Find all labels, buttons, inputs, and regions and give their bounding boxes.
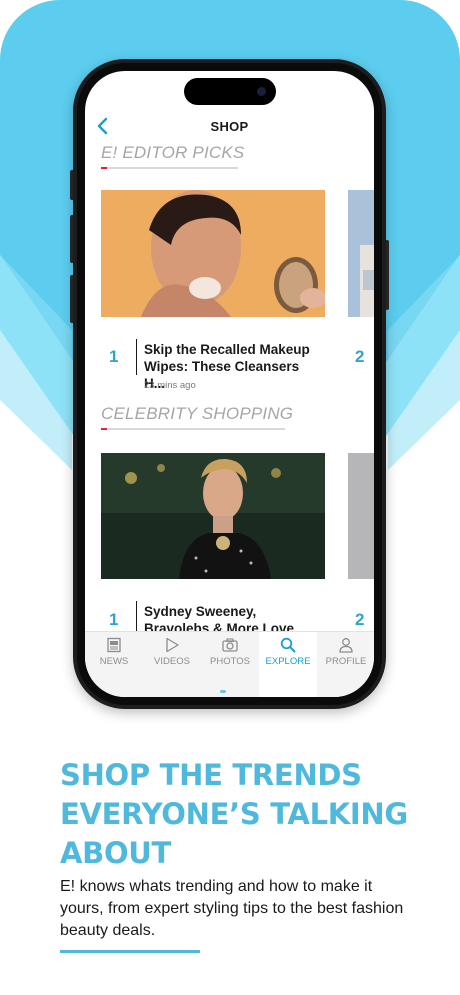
search-icon (280, 637, 296, 653)
section-rule (101, 167, 238, 169)
story-rank: 1 (109, 610, 119, 629)
tab-news[interactable]: NEWS (85, 632, 143, 697)
top-nav: SHOP (85, 115, 374, 141)
page-title: SHOP (210, 119, 249, 134)
tab-photos[interactable]: PHOTOS (201, 632, 259, 697)
story-image[interactable] (101, 190, 325, 317)
camera-icon (222, 638, 238, 652)
promo-headline: SHOP THE TRENDS EVERYONE’S TALKING ABOUT (60, 756, 420, 873)
celebrity-photo (101, 453, 325, 579)
makeup-photo (101, 190, 325, 317)
section-rule (101, 428, 285, 430)
phone-screen: SHOP E! EDITOR PICKS 1 Skip the Recalled… (85, 71, 374, 697)
story-timestamp: 23 mins ago (144, 380, 196, 391)
news-icon (107, 637, 121, 653)
next-story-image-peek[interactable] (348, 190, 374, 317)
tab-videos[interactable]: VIDEOS (143, 632, 201, 697)
tab-label: VIDEOS (154, 656, 190, 667)
tab-label: NEWS (99, 656, 129, 667)
profile-icon (339, 638, 353, 653)
section-title-celebrity-shopping: CELEBRITY SHOPPING (101, 404, 294, 423)
headline-line: EVERYONE’S TALKING (60, 797, 408, 831)
headline-line: ABOUT (60, 836, 172, 870)
tab-profile[interactable]: PROFILE (317, 632, 374, 697)
home-indicator (220, 690, 226, 693)
tab-explore[interactable]: EXPLORE (259, 632, 317, 697)
tab-label: PHOTOS (210, 656, 250, 667)
story-rank: 2 (355, 347, 365, 366)
story-rank: 1 (109, 347, 119, 366)
story-image[interactable] (101, 453, 325, 579)
story-divider (136, 601, 137, 631)
play-icon (166, 637, 179, 653)
promo-underline (60, 950, 200, 953)
next-story-image-peek[interactable] (348, 453, 374, 579)
headline-line: SHOP THE TRENDS (60, 758, 362, 792)
story-divider (136, 339, 137, 375)
section-title-editor-picks: E! EDITOR PICKS (101, 143, 245, 162)
story-rank: 2 (355, 610, 365, 629)
promo-body: E! knows whats trending and how to make … (60, 878, 404, 939)
tab-label: EXPLORE (265, 656, 311, 667)
dynamic-island (184, 78, 276, 105)
tab-label: PROFILE (325, 656, 367, 667)
tab-bar: NEWS VIDEOS PHOTOS EXPLORE PROFILE (85, 631, 374, 697)
